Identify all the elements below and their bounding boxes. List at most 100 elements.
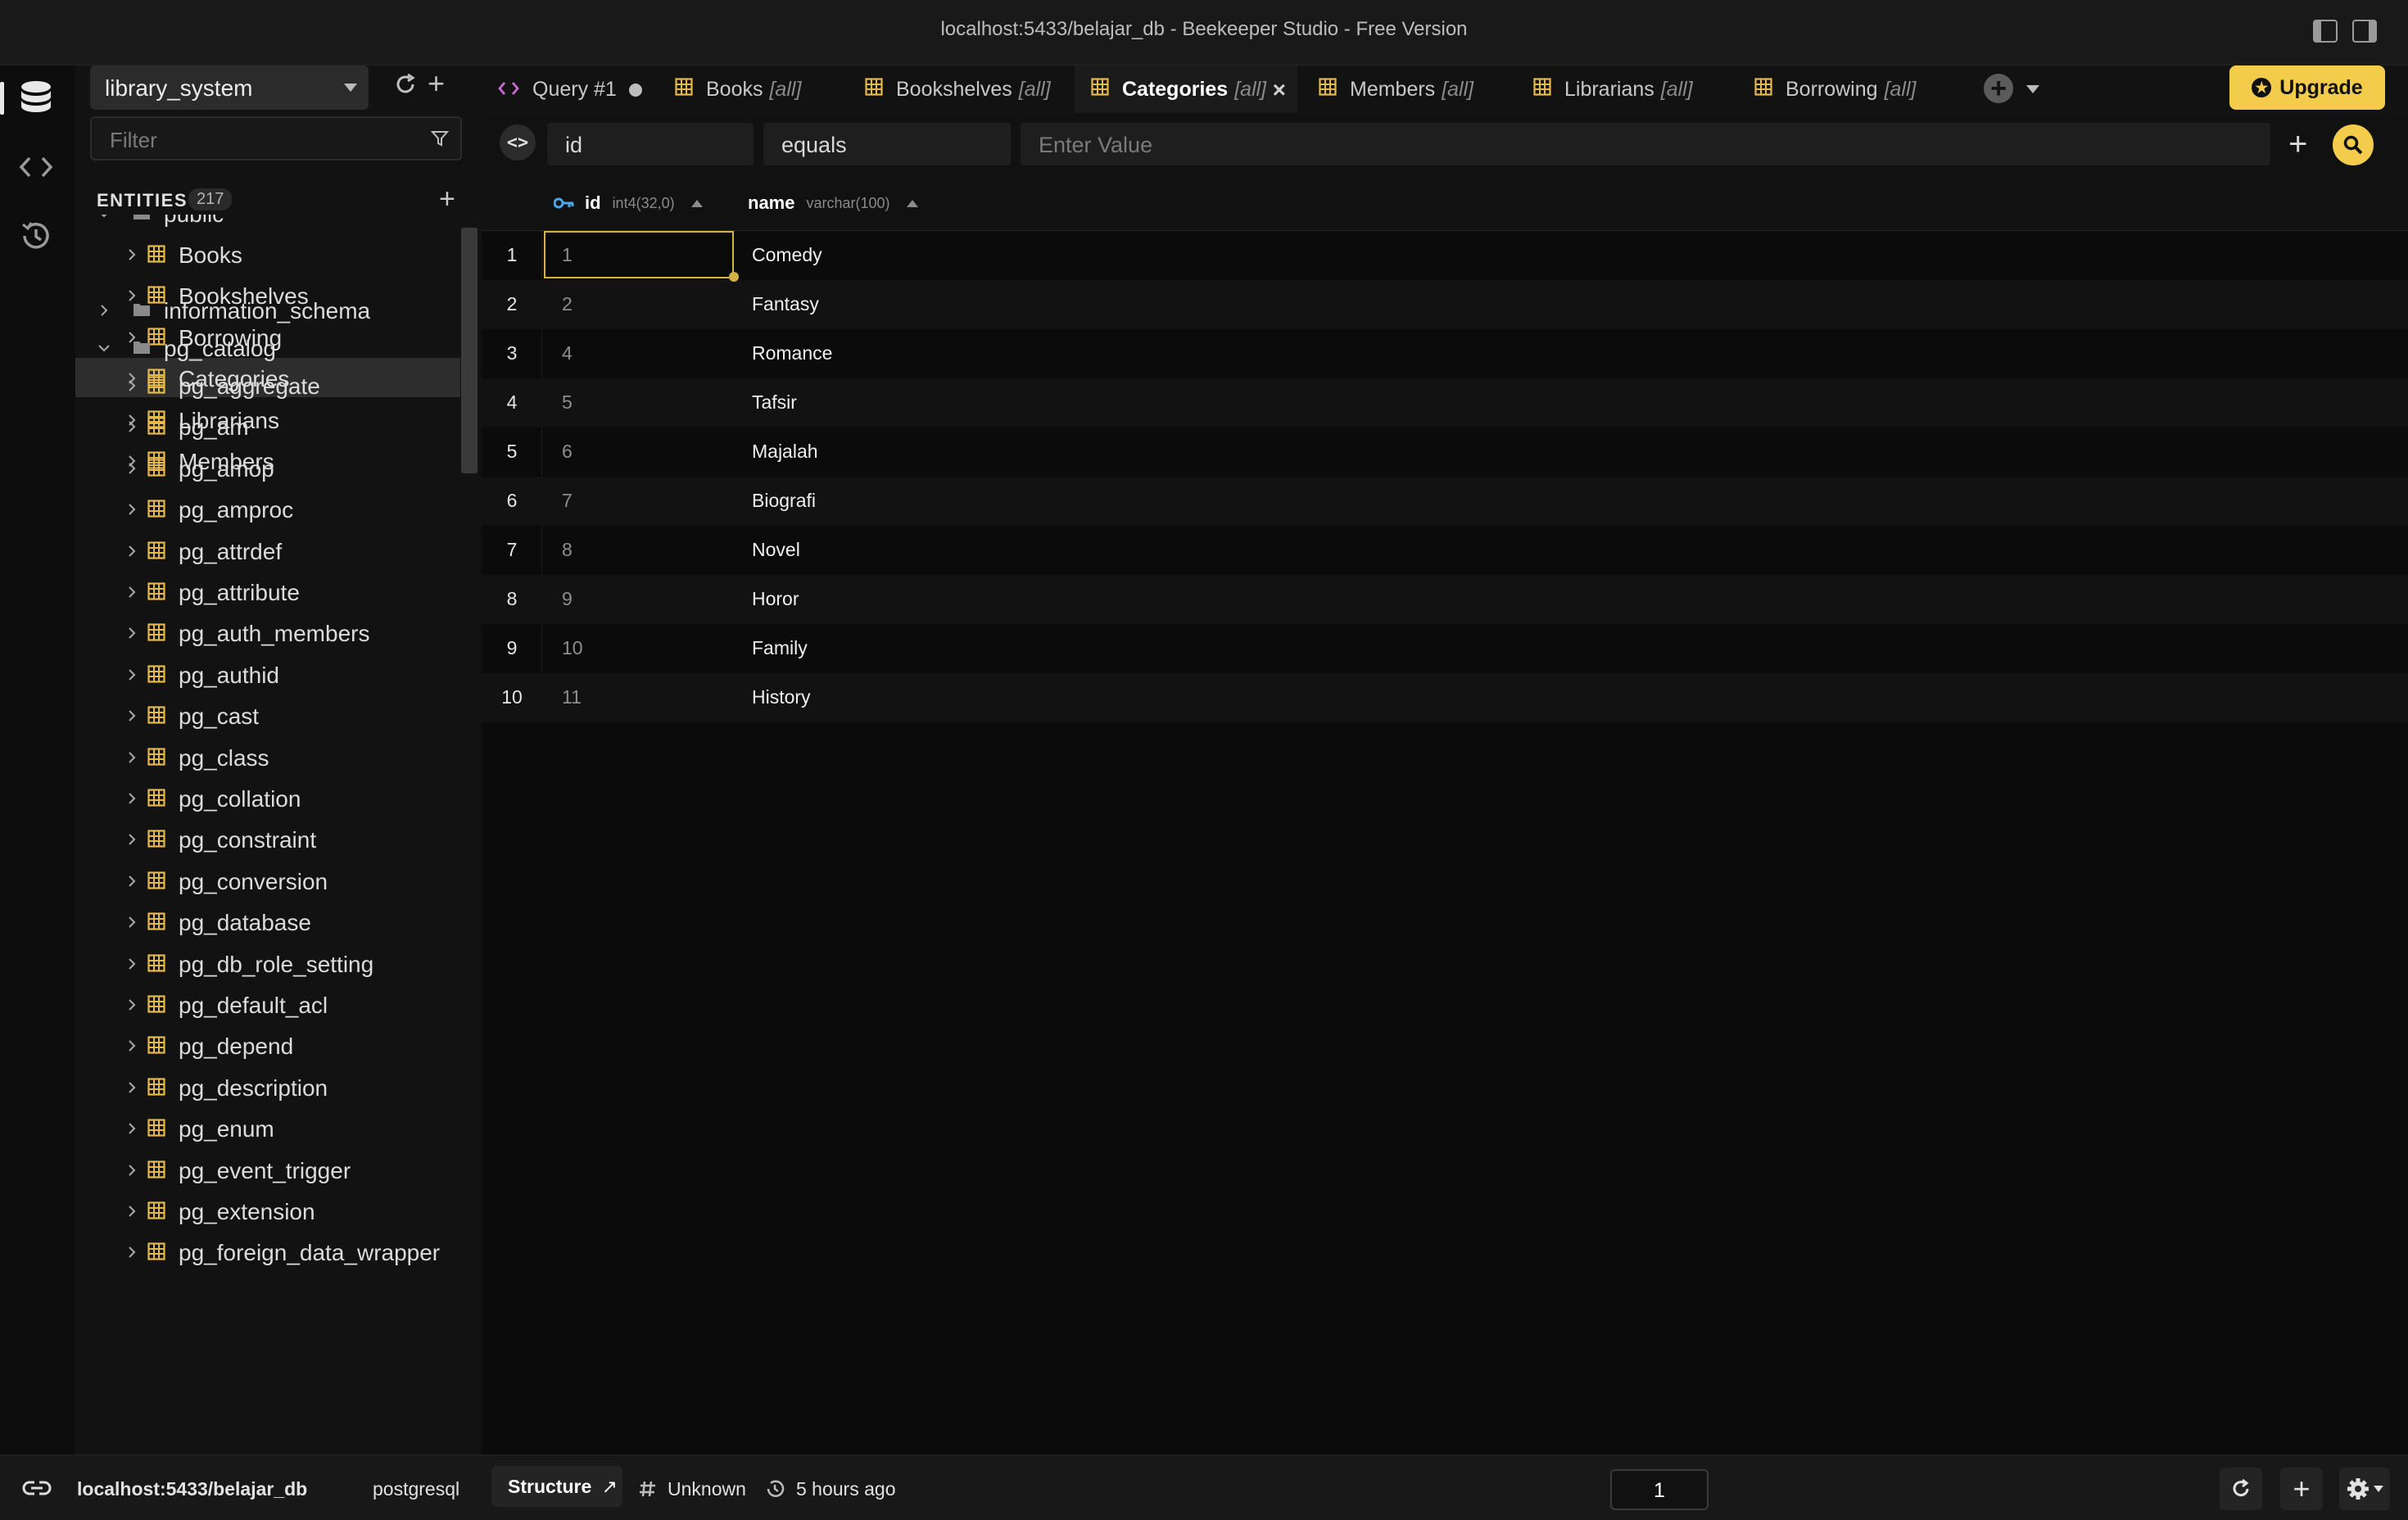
table-item[interactable]: pg_db_role_setting [75,943,460,983]
chevron-right-icon[interactable] [126,504,138,515]
table-item[interactable]: pg_class [75,737,460,776]
table-row[interactable]: 5 6 Majalah [482,428,2408,477]
add-entity-icon[interactable]: + [439,185,455,213]
entity-filter-input[interactable]: Filter [90,116,462,161]
chevron-right-icon[interactable] [126,875,138,887]
chevron-right-icon[interactable] [126,380,138,391]
upgrade-button[interactable]: ★ Upgrade [2229,66,2385,110]
table-item[interactable]: pg_event_trigger [75,1150,460,1189]
schema-item[interactable]: public [75,215,460,233]
table-item[interactable]: pg_conversion [75,861,460,900]
refresh-icon[interactable] [393,72,418,101]
chevron-right-icon[interactable] [126,957,138,970]
table-row[interactable]: 10 11 History [482,673,2408,722]
filter-value-input[interactable]: Enter Value [1021,123,2270,165]
refresh-button[interactable] [2220,1468,2262,1510]
chevron-down-icon[interactable] [2026,85,2039,93]
tab-bookshelves[interactable]: Bookshelves [all] [849,66,1070,113]
table-item[interactable]: pg_amproc [75,489,460,528]
tab-librarians[interactable]: Librarians [all] [1517,66,1733,113]
cell-name[interactable]: Romance [752,342,832,364]
chevron-right-icon[interactable] [98,305,110,316]
chevron-right-icon[interactable] [126,586,138,598]
cell-name[interactable]: Tafsir [752,391,797,414]
chevron-right-icon[interactable] [126,1164,138,1176]
cell-id[interactable]: 9 [562,588,573,610]
table-item[interactable]: pg_collation [75,778,460,817]
sort-asc-icon[interactable] [906,199,918,207]
settings-button[interactable] [2339,1468,2390,1510]
filter-operator-select[interactable]: equals [763,123,1011,165]
unsaved-dot-icon[interactable] [629,84,642,97]
table-row[interactable]: 6 7 Biografi [482,477,2408,526]
table-item[interactable]: Books [75,234,460,274]
table-item[interactable]: pg_extension [75,1191,460,1230]
cell-name[interactable]: Horor [752,588,799,610]
tab-query-1[interactable]: Query #1 [482,66,654,113]
table-item[interactable]: pg_database [75,902,460,941]
table-row[interactable]: 2 2 Fantasy [482,280,2408,329]
cell-id[interactable]: 4 [562,342,573,364]
table-item[interactable]: pg_enum [75,1108,460,1147]
column-header-name[interactable]: name varchar(100) [748,177,918,229]
chevron-right-icon[interactable] [126,916,138,928]
cell-id[interactable]: 5 [562,391,573,414]
connection-select[interactable]: library_system [90,66,369,110]
chevron-right-icon[interactable] [126,999,138,1011]
cell-id[interactable]: 8 [562,539,573,561]
close-icon[interactable]: × [1273,77,1286,103]
cell-id[interactable]: 6 [562,441,573,463]
tab-books[interactable]: Books [all] [659,66,844,113]
table-row[interactable]: 7 8 Novel [482,526,2408,575]
toggle-panel-icon[interactable] [2352,20,2377,43]
chevron-right-icon[interactable] [126,1206,138,1217]
focused-cell[interactable] [544,231,734,278]
schema-item[interactable]: pg_catalog [75,328,460,367]
new-tab-button[interactable]: + [1984,74,2013,103]
chevron-right-icon[interactable] [126,751,138,763]
table-row[interactable]: 1 1 Comedy [482,231,2408,280]
table-item[interactable]: pg_foreign_data_wrapper [75,1232,460,1271]
table-row[interactable]: 3 4 Romance [482,329,2408,378]
table-row[interactable]: 9 10 Family [482,624,2408,673]
table-item[interactable]: pg_default_acl [75,984,460,1024]
cell-name[interactable]: History [752,686,811,708]
sort-asc-icon[interactable] [690,199,703,207]
database-icon[interactable] [0,74,61,123]
schema-item[interactable]: information_schema [75,290,460,329]
cell-name[interactable]: Biografi [752,490,816,512]
toggle-sidebar-icon[interactable] [2313,20,2338,43]
table-item[interactable]: pg_aggregate [75,365,460,405]
cell-id[interactable]: 11 [562,686,582,708]
table-row[interactable]: 8 9 Horor [482,575,2408,624]
chevron-right-icon[interactable] [126,421,138,433]
chevron-right-icon[interactable] [126,793,138,804]
tab-categories[interactable]: Categories [all] × [1075,66,1297,113]
chevron-right-icon[interactable] [126,1040,138,1052]
cell-name[interactable]: Comedy [752,244,822,266]
table-item[interactable]: pg_amop [75,448,460,487]
chevron-right-icon[interactable] [126,834,138,846]
tab-members[interactable]: Members [all] [1302,66,1512,113]
chevron-right-icon[interactable] [126,463,138,474]
table-item[interactable]: pg_auth_members [75,613,460,652]
history-icon[interactable] [11,211,61,260]
tab-borrowing[interactable]: Borrowing [all] [1738,66,1956,113]
add-filter-icon[interactable]: + [2288,128,2307,161]
table-item[interactable]: pg_cast [75,695,460,735]
filter-field-select[interactable]: id [547,123,754,165]
chevron-right-icon[interactable] [126,627,138,640]
structure-button[interactable]: Structure ↗ [491,1466,622,1507]
page-number-input[interactable]: 1 [1610,1469,1709,1510]
table-row[interactable]: 4 5 Tafsir [482,378,2408,428]
fill-handle[interactable] [729,272,739,282]
search-button[interactable] [2333,124,2374,165]
cell-name[interactable]: Fantasy [752,293,819,315]
chevron-right-icon[interactable] [126,1082,138,1093]
sidebar-scrollbar[interactable] [461,228,478,473]
chevron-right-icon[interactable] [126,545,138,557]
table-item[interactable]: pg_description [75,1067,460,1106]
cell-name[interactable]: Novel [752,539,800,561]
column-header-id[interactable]: id int4(32,0) [554,177,703,229]
table-item[interactable]: pg_attribute [75,572,460,611]
